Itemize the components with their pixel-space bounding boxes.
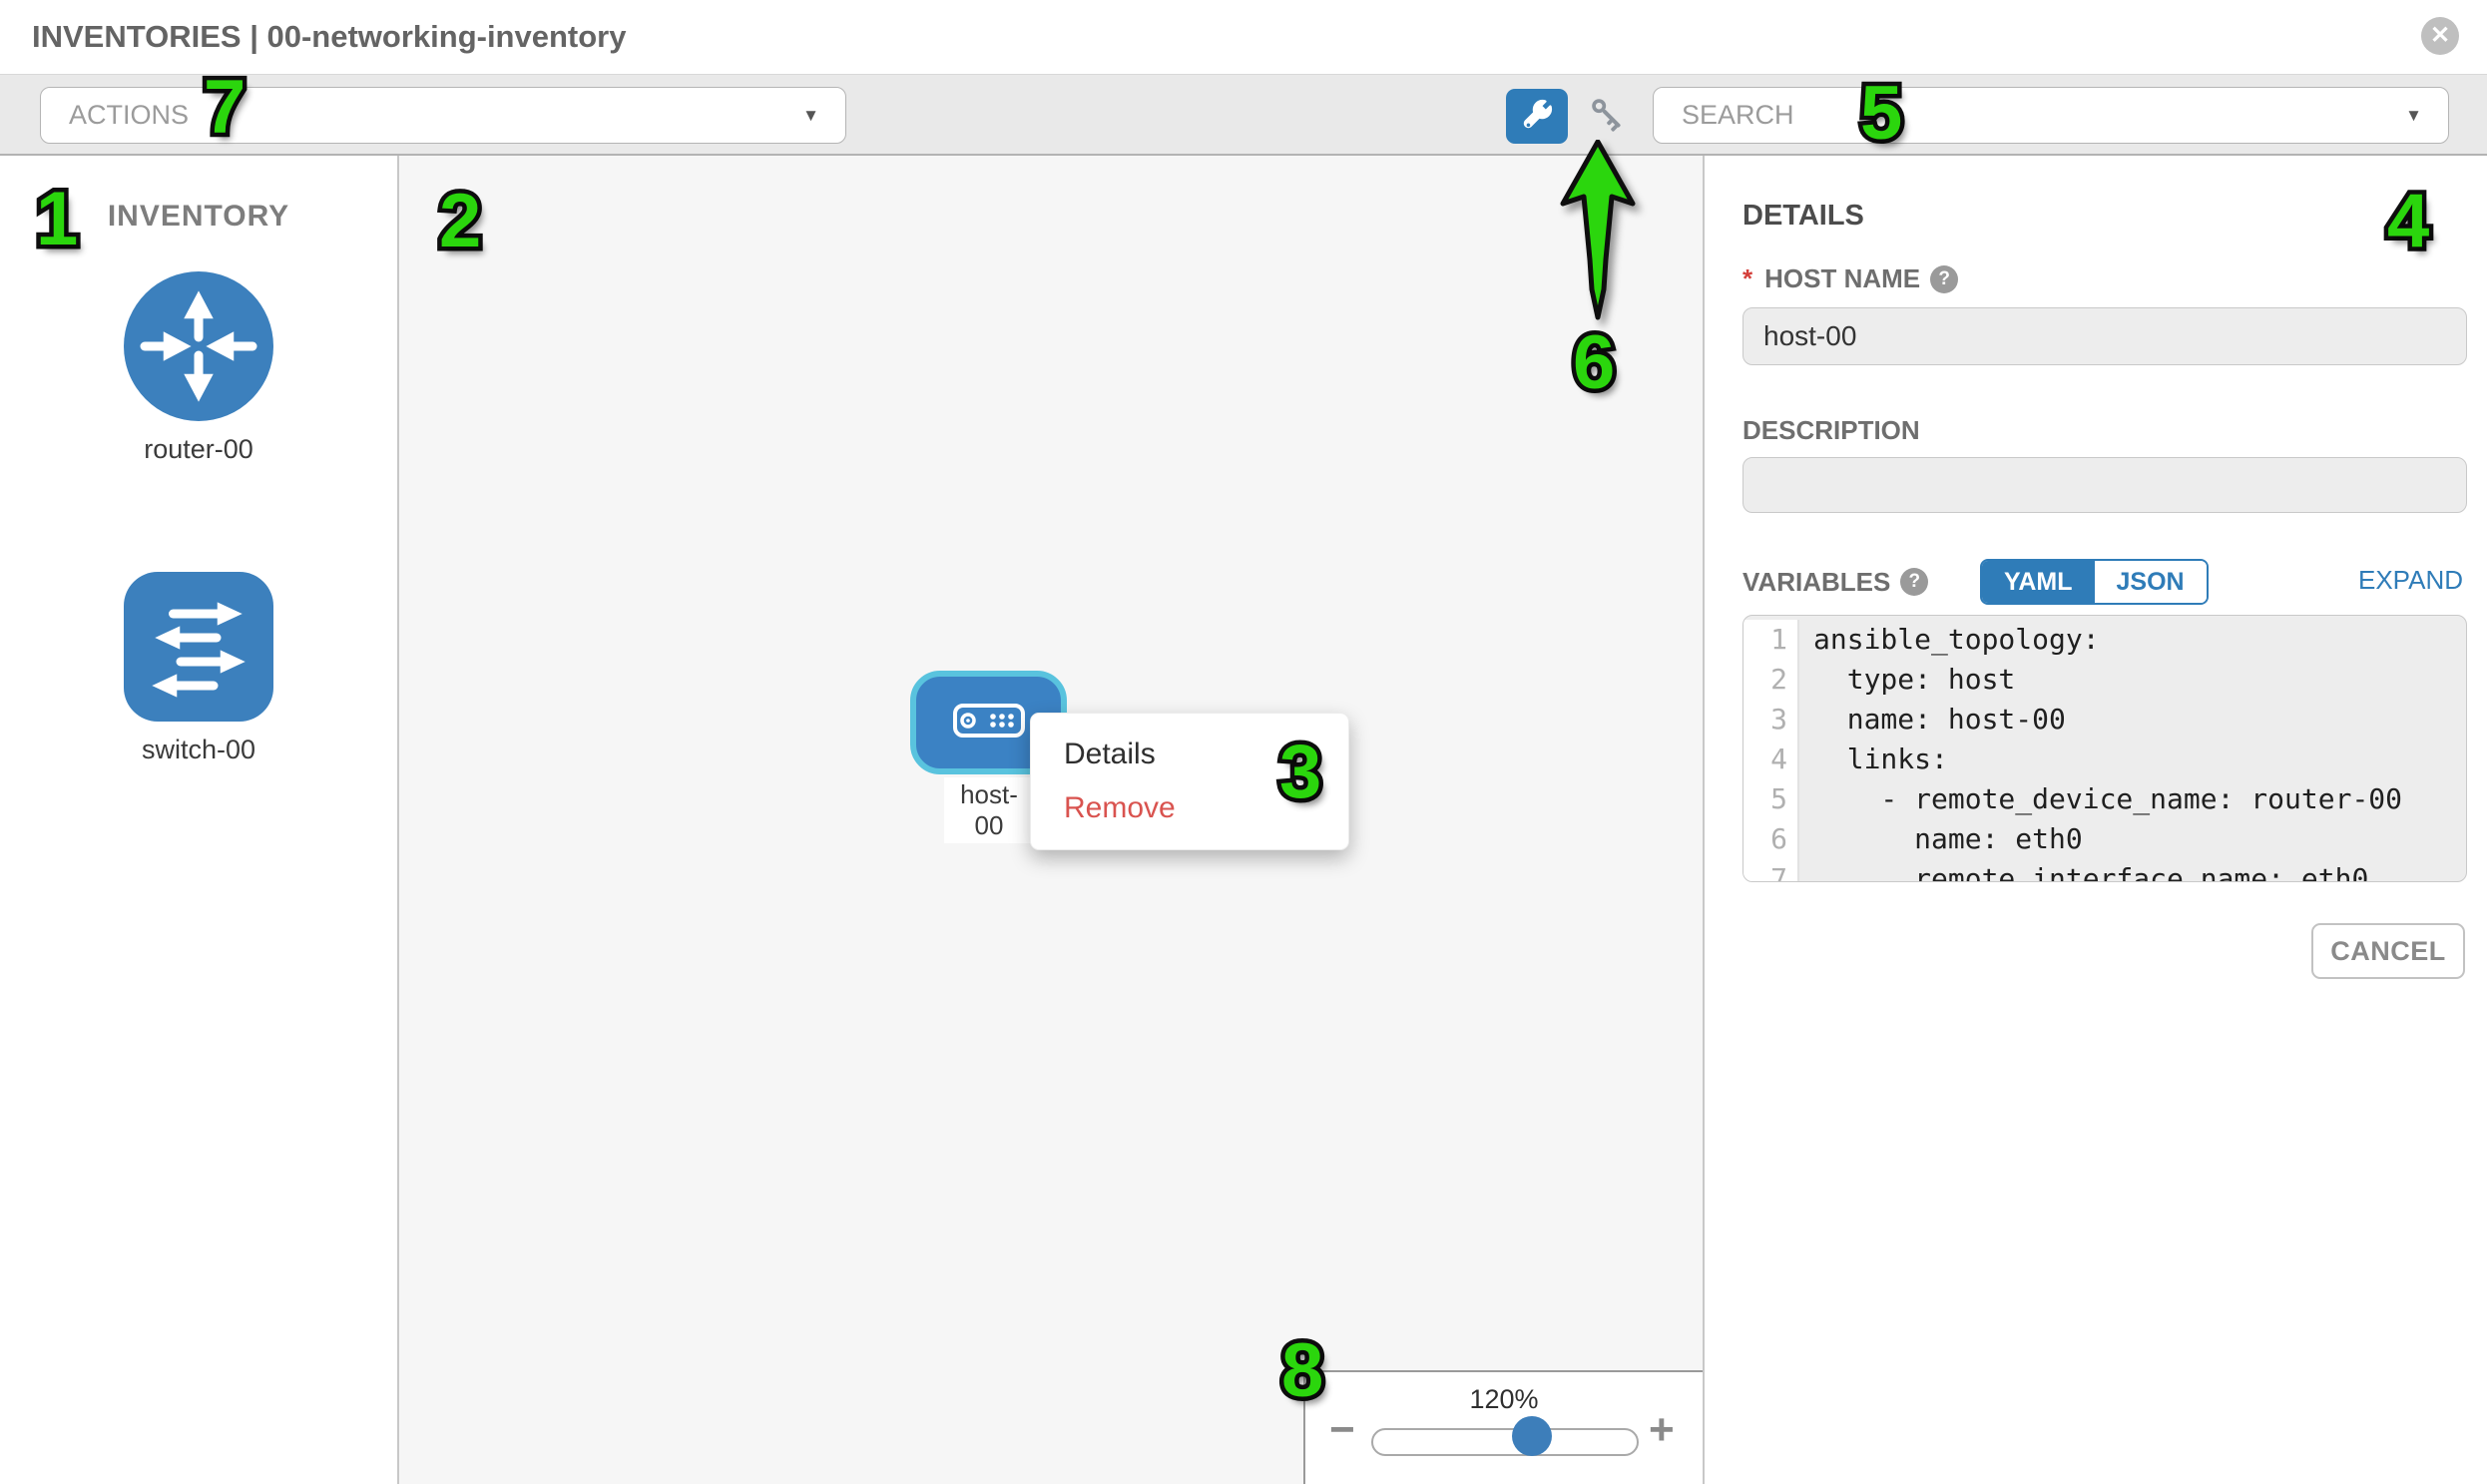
host-name-input[interactable] bbox=[1742, 307, 2467, 365]
required-asterisk: * bbox=[1742, 263, 1752, 294]
chevron-down-icon: ▼ bbox=[802, 88, 819, 143]
inventory-palette-sidebar: INVENTORY router-00 bbox=[0, 156, 399, 1484]
editor-line: 3 name: host-00 bbox=[1743, 700, 2466, 740]
close-button[interactable]: ✕ bbox=[2421, 17, 2459, 55]
key-button[interactable] bbox=[1583, 91, 1633, 141]
expand-link[interactable]: EXPAND bbox=[2358, 565, 2463, 596]
actions-dropdown-label: ACTIONS bbox=[69, 100, 189, 130]
header-bar: INVENTORIES | 00-networking-inventory ✕ bbox=[0, 0, 2487, 74]
line-number: 6 bbox=[1743, 819, 1799, 859]
details-panel: DETAILS * HOST NAME ? DESCRIPTION VARIAB… bbox=[1703, 156, 2487, 1484]
line-code: type: host bbox=[1799, 660, 2015, 700]
line-number: 5 bbox=[1743, 779, 1799, 819]
line-number: 4 bbox=[1743, 740, 1799, 779]
configure-button[interactable] bbox=[1506, 89, 1568, 144]
page-title: INVENTORIES | 00-networking-inventory bbox=[32, 0, 626, 74]
chevron-down-icon: ▼ bbox=[2405, 88, 2422, 143]
editor-line: 7 remote_interface_name: eth0 bbox=[1743, 859, 2466, 882]
palette-item-router[interactable]: router-00 bbox=[0, 271, 397, 465]
switch-icon bbox=[124, 572, 273, 722]
topology-canvas[interactable]: host-00 Details Remove 120% − + bbox=[399, 156, 1703, 1484]
router-icon bbox=[124, 271, 273, 421]
close-icon: ✕ bbox=[2430, 22, 2450, 49]
inventory-topology-app: INVENTORIES | 00-networking-inventory ✕ … bbox=[0, 0, 2487, 1484]
line-number: 2 bbox=[1743, 660, 1799, 700]
actions-dropdown[interactable]: ACTIONS ▼ bbox=[40, 87, 846, 144]
host-name-label-row: * HOST NAME ? bbox=[1742, 263, 1958, 294]
help-icon[interactable]: ? bbox=[1900, 568, 1928, 596]
line-code: remote_interface_name: eth0 bbox=[1799, 859, 2368, 882]
wrench-icon bbox=[1519, 97, 1555, 136]
line-code: ansible_topology: bbox=[1799, 620, 2100, 660]
line-code: - remote_device_name: router-00 bbox=[1799, 779, 2402, 819]
zoom-out-button[interactable]: − bbox=[1329, 1408, 1355, 1452]
details-panel-title: DETAILS bbox=[1742, 200, 1864, 233]
key-icon bbox=[1586, 93, 1630, 140]
variables-format-toggle: YAML JSON bbox=[1980, 559, 2209, 605]
palette-item-label: router-00 bbox=[0, 434, 397, 465]
line-code: name: host-00 bbox=[1799, 700, 2066, 740]
editor-line: 2 type: host bbox=[1743, 660, 2466, 700]
description-label-row: DESCRIPTION bbox=[1742, 415, 1920, 446]
description-input[interactable] bbox=[1742, 457, 2467, 513]
menu-item-remove[interactable]: Remove bbox=[1031, 781, 1348, 835]
toolbar: ACTIONS ▼ bbox=[0, 74, 2487, 156]
search-dropdown-label: SEARCH bbox=[1682, 100, 1794, 130]
palette-item-label: switch-00 bbox=[0, 735, 397, 765]
host-name-label: HOST NAME bbox=[1764, 263, 1920, 294]
cancel-button[interactable]: CANCEL bbox=[2311, 923, 2465, 979]
zoom-level-label: 120% bbox=[1305, 1384, 1703, 1415]
json-toggle[interactable]: JSON bbox=[2095, 561, 2207, 603]
editor-line: 5 - remote_device_name: router-00 bbox=[1743, 779, 2466, 819]
line-number: 1 bbox=[1743, 620, 1799, 660]
zoom-in-button[interactable]: + bbox=[1649, 1408, 1675, 1452]
line-number: 3 bbox=[1743, 700, 1799, 740]
host-node-label: host-00 bbox=[944, 777, 1034, 843]
yaml-toggle[interactable]: YAML bbox=[1982, 561, 2095, 603]
zoom-slider-thumb[interactable] bbox=[1512, 1416, 1552, 1456]
variables-label-row: VARIABLES ? YAML JSON bbox=[1742, 559, 1928, 605]
node-context-menu: Details Remove bbox=[1030, 713, 1349, 850]
help-icon[interactable]: ? bbox=[1930, 265, 1958, 293]
palette-item-switch[interactable]: switch-00 bbox=[0, 572, 397, 765]
menu-item-details[interactable]: Details bbox=[1031, 728, 1348, 781]
zoom-slider-track[interactable] bbox=[1371, 1428, 1639, 1456]
variables-label: VARIABLES bbox=[1742, 567, 1890, 598]
variables-editor[interactable]: 1 ansible_topology: 2 type: host 3 name:… bbox=[1742, 615, 2467, 882]
editor-line: 4 links: bbox=[1743, 740, 2466, 779]
editor-line: 1 ansible_topology: bbox=[1743, 620, 2466, 660]
editor-line: 6 name: eth0 bbox=[1743, 819, 2466, 859]
host-icon bbox=[953, 704, 1025, 742]
description-label: DESCRIPTION bbox=[1742, 415, 1920, 446]
zoom-control-panel: 120% − + bbox=[1303, 1370, 1703, 1484]
search-dropdown[interactable]: SEARCH ▼ bbox=[1653, 87, 2449, 144]
line-number: 7 bbox=[1743, 859, 1799, 882]
sidebar-title: INVENTORY bbox=[0, 200, 397, 234]
line-code: name: eth0 bbox=[1799, 819, 2083, 859]
line-code: links: bbox=[1799, 740, 1948, 779]
